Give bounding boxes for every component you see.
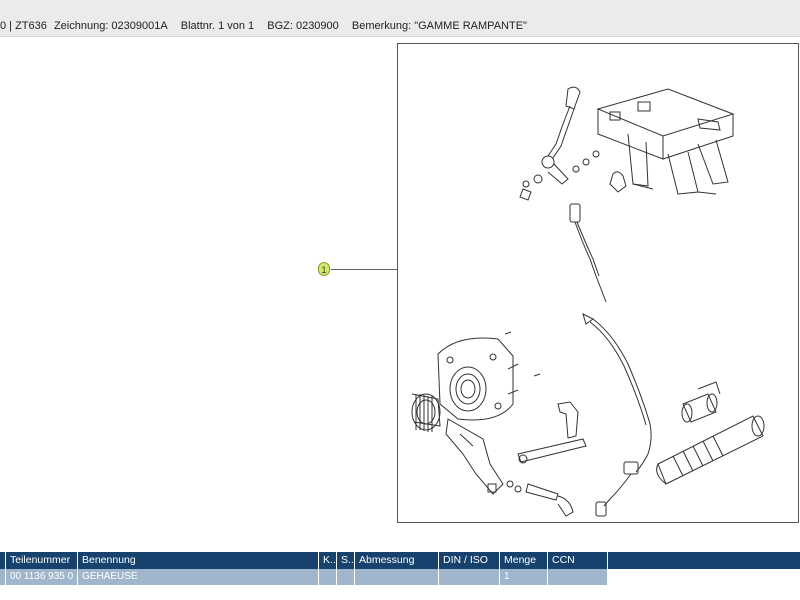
table-header-row: Teilenummer Benennung K.. S.. Abmessung …: [0, 552, 800, 569]
table-row[interactable]: 00 1136 935 0 GEHAEUSE 1: [0, 569, 608, 585]
shift-cable: [569, 203, 652, 517]
output-shaft: [656, 381, 765, 485]
s-cell: [337, 569, 355, 585]
column-header-din-iso[interactable]: DIN / ISO: [439, 552, 500, 569]
quantity-cell: 1: [500, 569, 548, 585]
selector-shaft: [506, 401, 587, 517]
assembly-group: BGZ: 0230900: [267, 20, 339, 32]
exploded-parts-drawing[interactable]: [397, 43, 799, 523]
pedal-bracket: [596, 88, 735, 195]
column-header-description[interactable]: Benennung: [78, 552, 319, 569]
remark: Bemerkung: "GAMME RAMPANTE": [351, 20, 527, 32]
drawing-info-line: 0 | ZT636 Zeichnung: 02309001A Blattnr. …: [0, 19, 537, 33]
description-cell: GEHAEUSE: [78, 569, 319, 585]
model-code: 0 | ZT636: [0, 20, 47, 32]
column-header-dimension[interactable]: Abmessung: [355, 552, 439, 569]
shift-fork: [445, 418, 504, 495]
callout-marker-1[interactable]: 1: [318, 262, 330, 276]
drawing-number: Zeichnung: 02309001A: [53, 20, 168, 32]
din-iso-cell: [439, 569, 500, 585]
column-header-part-number[interactable]: Teilenummer: [6, 552, 78, 569]
gear-housing: [437, 331, 541, 421]
column-header-k[interactable]: K..: [319, 552, 337, 569]
drawing-info-bar: 0 | ZT636 Zeichnung: 02309001A Blattnr. …: [0, 0, 800, 37]
dimension-cell: [355, 569, 439, 585]
part-number-cell: 00 1136 935 0: [6, 569, 78, 585]
splined-gear: [411, 393, 441, 432]
column-header-ccn[interactable]: CCN: [548, 552, 608, 569]
sheet-number: Blattnr. 1 von 1: [180, 20, 255, 32]
column-header-quantity[interactable]: Menge: [500, 552, 548, 569]
callout-leader-line: [331, 269, 397, 270]
parts-illustration: [411, 86, 765, 517]
shift-lever: [519, 86, 627, 201]
k-cell: [319, 569, 337, 585]
column-header-s[interactable]: S..: [337, 552, 355, 569]
ccn-cell: [548, 569, 608, 585]
parts-list-table: Teilenummer Benennung K.. S.. Abmessung …: [0, 552, 800, 600]
